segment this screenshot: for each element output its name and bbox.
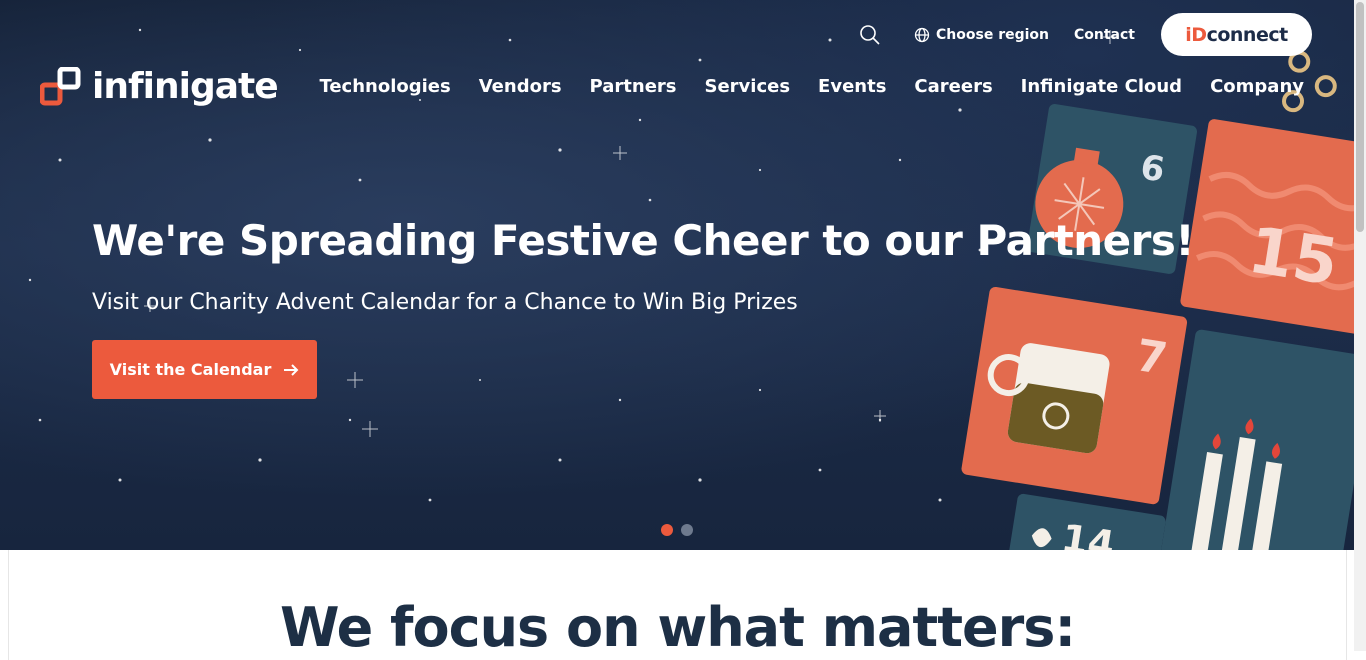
focus-section: We focus on what matters: — [8, 550, 1347, 660]
calendar-number-15: 15 — [1243, 214, 1343, 301]
nav-careers[interactable]: Careers — [914, 76, 992, 97]
carousel-dots — [661, 524, 693, 536]
nav-technologies[interactable]: Technologies — [319, 76, 450, 97]
visit-calendar-label: Visit the Calendar — [109, 360, 272, 379]
carousel-dot-1[interactable] — [661, 524, 673, 536]
logo-mark-icon — [40, 66, 81, 105]
idconnect-prefix: iD — [1185, 23, 1207, 46]
choose-region-button[interactable]: Choose region — [914, 27, 1049, 43]
logo-text: infinigate — [92, 66, 279, 107]
main-nav: Technologies Vendors Partners Services E… — [319, 76, 1304, 97]
contact-link[interactable]: Contact — [1074, 27, 1135, 43]
hero-subtitle: Visit our Charity Advent Calendar for a … — [92, 290, 798, 315]
nav-company[interactable]: Company — [1210, 76, 1304, 97]
vertical-scrollbar[interactable] — [1354, 0, 1366, 651]
nav-events[interactable]: Events — [818, 76, 886, 97]
idconnect-button[interactable]: iD connect — [1161, 13, 1312, 56]
idconnect-rest: connect — [1206, 23, 1289, 46]
nav-partners[interactable]: Partners — [590, 76, 677, 97]
nav-services[interactable]: Services — [705, 76, 791, 97]
arrow-right-icon — [284, 363, 299, 376]
visit-calendar-button[interactable]: Visit the Calendar — [92, 340, 317, 399]
globe-icon — [914, 27, 930, 42]
focus-title: We focus on what matters: — [279, 596, 1076, 659]
carousel-dot-2[interactable] — [681, 524, 693, 536]
top-utility-bar: Choose region Contact iD connect — [859, 13, 1312, 56]
scrollbar-thumb[interactable] — [1356, 2, 1364, 232]
infinigate-logo[interactable]: infinigate — [40, 66, 279, 107]
nav-infinigate-cloud[interactable]: Infinigate Cloud — [1021, 76, 1182, 97]
search-icon[interactable] — [859, 24, 881, 46]
nav-vendors[interactable]: Vendors — [479, 76, 562, 97]
hero-title: We're Spreading Festive Cheer to our Par… — [92, 216, 1195, 265]
choose-region-label: Choose region — [936, 26, 1049, 43]
hero-banner: 6 15 7 14 infinigate Choose region Conta… — [0, 0, 1354, 550]
